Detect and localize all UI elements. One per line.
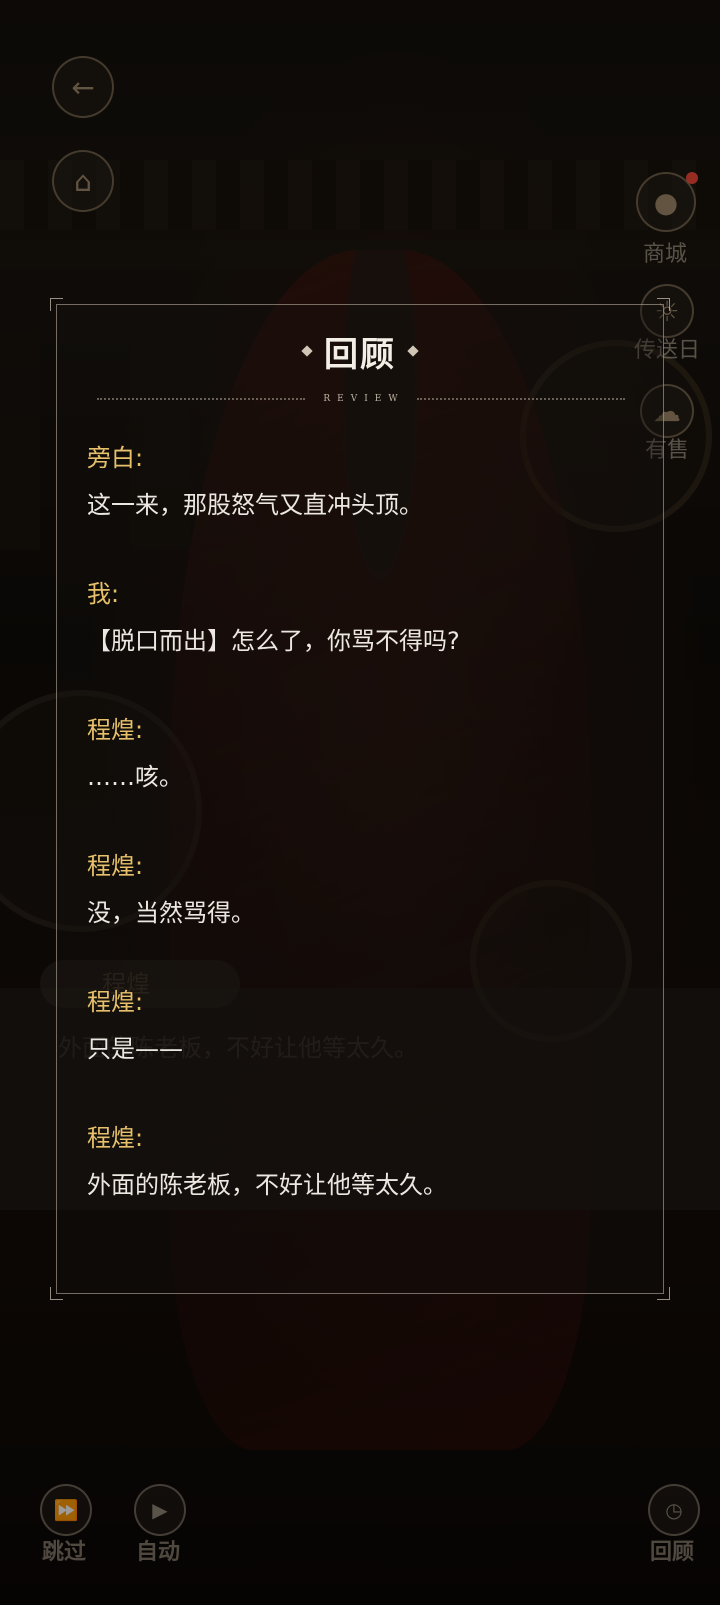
skip-button[interactable]: ⏩ xyxy=(40,1484,92,1536)
dotted-divider xyxy=(97,398,306,400)
fast-forward-icon: ⏩ xyxy=(53,1498,79,1522)
review-subtitle: REVIEW xyxy=(323,394,405,404)
dialog-text: 外面的陈老板，不好让他等太久。 xyxy=(87,1171,447,1199)
review-entry: 程煌: 没，当然骂得。 xyxy=(87,849,627,983)
shop-label: 商城 xyxy=(642,242,687,267)
avatar-icon: ● xyxy=(653,185,679,219)
speaker-name: 程煌: xyxy=(87,988,144,1016)
speaker-name: 程煌: xyxy=(87,716,144,744)
game-scene: 程煌 外面的陈老板，不好让他等太久。 ← ⌂ ● 商城 ☼ 传送日 ☁ 有售 回… xyxy=(0,0,720,1605)
review-panel[interactable]: 回顾 REVIEW 旁白: 这一来，那股怒气又直冲头顶。 我: 【脱口而出】怎么… xyxy=(50,298,670,1300)
panel-corner-ornament xyxy=(50,298,63,311)
skip-label: 跳过 xyxy=(41,1540,86,1565)
speaker-name: 旁白: xyxy=(87,444,144,472)
review-label: 回顾 xyxy=(649,1540,694,1565)
back-arrow-icon: ← xyxy=(71,70,95,104)
notification-dot xyxy=(686,172,698,184)
dialog-text: 没，当然骂得。 xyxy=(87,899,255,927)
play-icon: ▶ xyxy=(152,1498,168,1522)
dialog-text: 【脱口而出】怎么了，你骂不得吗? xyxy=(87,627,460,655)
speaker-name: 程煌: xyxy=(87,852,144,880)
review-title: 回顾 xyxy=(324,335,396,375)
panel-corner-ornament xyxy=(657,1287,670,1300)
back-button[interactable]: ← xyxy=(52,56,114,118)
review-entry: 程煌: ……咳。 xyxy=(87,713,627,847)
review-entry: 旁白: 这一来，那股怒气又直冲头顶。 xyxy=(87,441,627,575)
review-subtitle-row: REVIEW xyxy=(97,389,626,409)
review-log[interactable]: 旁白: 这一来，那股怒气又直冲头顶。 我: 【脱口而出】怎么了，你骂不得吗? 程… xyxy=(87,439,627,1255)
home-button[interactable]: ⌂ xyxy=(52,150,114,212)
speaker-name: 我: xyxy=(87,580,120,608)
dialog-text: 这一来，那股怒气又直冲头顶。 xyxy=(87,491,423,519)
review-entry: 程煌: 外面的陈老板，不好让他等太久。 xyxy=(87,1121,627,1255)
dotted-divider xyxy=(416,398,626,400)
panel-corner-ornament xyxy=(657,298,670,311)
dialog-text: 只是—— xyxy=(87,1035,183,1063)
review-button[interactable]: ◷ xyxy=(648,1484,700,1536)
auto-button[interactable]: ▶ xyxy=(134,1484,186,1536)
auto-label: 自动 xyxy=(135,1540,180,1565)
review-entry: 我: 【脱口而出】怎么了，你骂不得吗? xyxy=(87,577,627,711)
review-entry: 程煌: 只是—— xyxy=(87,985,627,1119)
dialog-text: ……咳。 xyxy=(87,763,183,791)
panel-corner-ornament xyxy=(50,1287,63,1300)
clock-icon: ◷ xyxy=(665,1498,683,1522)
home-icon: ⌂ xyxy=(74,164,92,198)
speaker-name: 程煌: xyxy=(87,1124,144,1152)
